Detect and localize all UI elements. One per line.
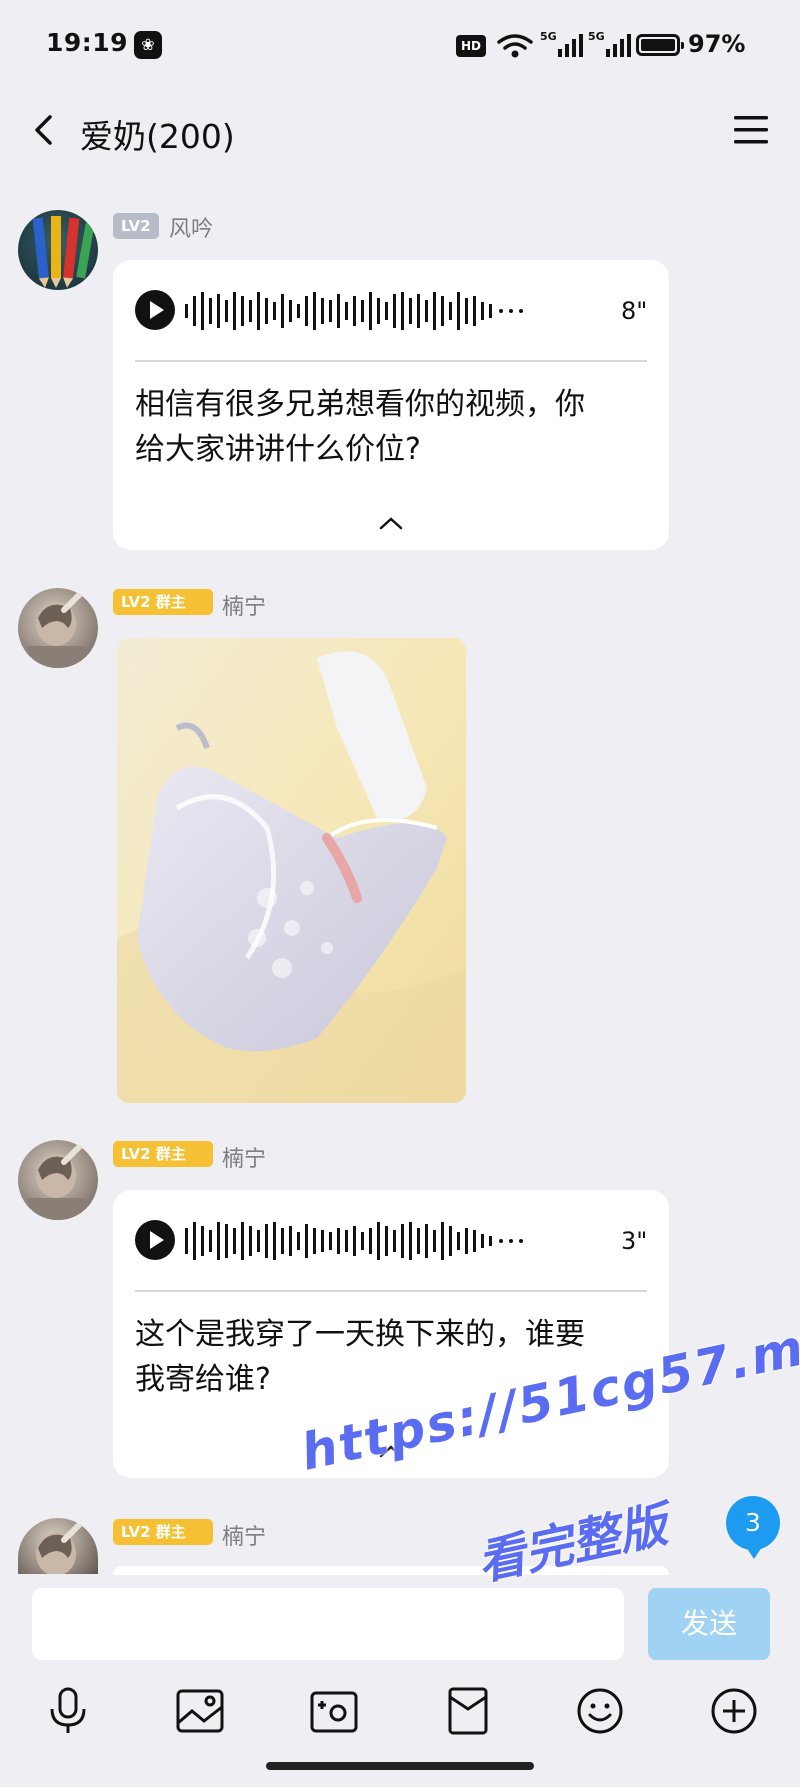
bubble-divider: [135, 1290, 647, 1292]
red-packet-icon[interactable]: [440, 1683, 496, 1739]
bubble-divider: [135, 360, 647, 362]
avatar[interactable]: [18, 588, 98, 668]
back-arrow-icon[interactable]: [22, 105, 72, 155]
home-indicator[interactable]: [266, 1762, 534, 1770]
voice-transcript: 相信有很多兄弟想看你的视频，你 给大家讲讲什么价位?: [135, 387, 585, 467]
owner-badge: LV2 群主: [113, 589, 213, 615]
battery-percent: 97%: [688, 30, 746, 58]
microphone-icon[interactable]: [40, 1683, 96, 1739]
sender-name[interactable]: 风吟: [169, 211, 213, 243]
signal-5g-icon-1: 5G: [540, 30, 584, 60]
emoji-icon[interactable]: [572, 1683, 628, 1739]
chat-title: 爱奶(200): [80, 117, 235, 156]
avatar[interactable]: [18, 1140, 98, 1220]
owner-badge: LV2 群主: [113, 1141, 213, 1167]
play-icon[interactable]: [135, 290, 175, 330]
sender-name[interactable]: 楠宁: [222, 1519, 266, 1551]
avatar[interactable]: [18, 1518, 98, 1574]
battery-icon: [636, 34, 684, 56]
avatar[interactable]: [18, 210, 98, 290]
voice-waveform: [185, 1222, 523, 1260]
play-icon[interactable]: [135, 1220, 175, 1260]
image-message[interactable]: [117, 638, 466, 1103]
sender-name[interactable]: 楠宁: [222, 1141, 266, 1173]
collapse-caret-icon[interactable]: [376, 513, 406, 533]
image-icon[interactable]: [172, 1683, 228, 1739]
voice-duration: 8": [621, 297, 648, 325]
level-badge: LV2: [113, 213, 159, 239]
sender-name[interactable]: 楠宁: [222, 589, 266, 621]
status-time: 19:19: [46, 28, 129, 57]
send-button[interactable]: 发送: [648, 1588, 770, 1660]
hd-voice-icon: HD: [456, 35, 486, 57]
message-input[interactable]: [32, 1588, 624, 1660]
notification-app-icon: ❀: [134, 31, 162, 59]
wifi-icon: [497, 34, 533, 58]
camera-icon[interactable]: [306, 1683, 362, 1739]
menu-icon[interactable]: [728, 108, 778, 152]
voice-message-bubble[interactable]: 8" 相信有很多兄弟想看你的视频，你 给大家讲讲什么价位?: [113, 260, 669, 550]
plus-icon[interactable]: [706, 1683, 762, 1739]
voice-waveform: [185, 292, 523, 330]
signal-5g-icon-2: 5G: [588, 30, 632, 60]
voice-duration: 3": [621, 1227, 648, 1255]
unread-count-badge[interactable]: 3: [726, 1496, 780, 1559]
owner-badge: LV2 群主: [113, 1519, 213, 1545]
